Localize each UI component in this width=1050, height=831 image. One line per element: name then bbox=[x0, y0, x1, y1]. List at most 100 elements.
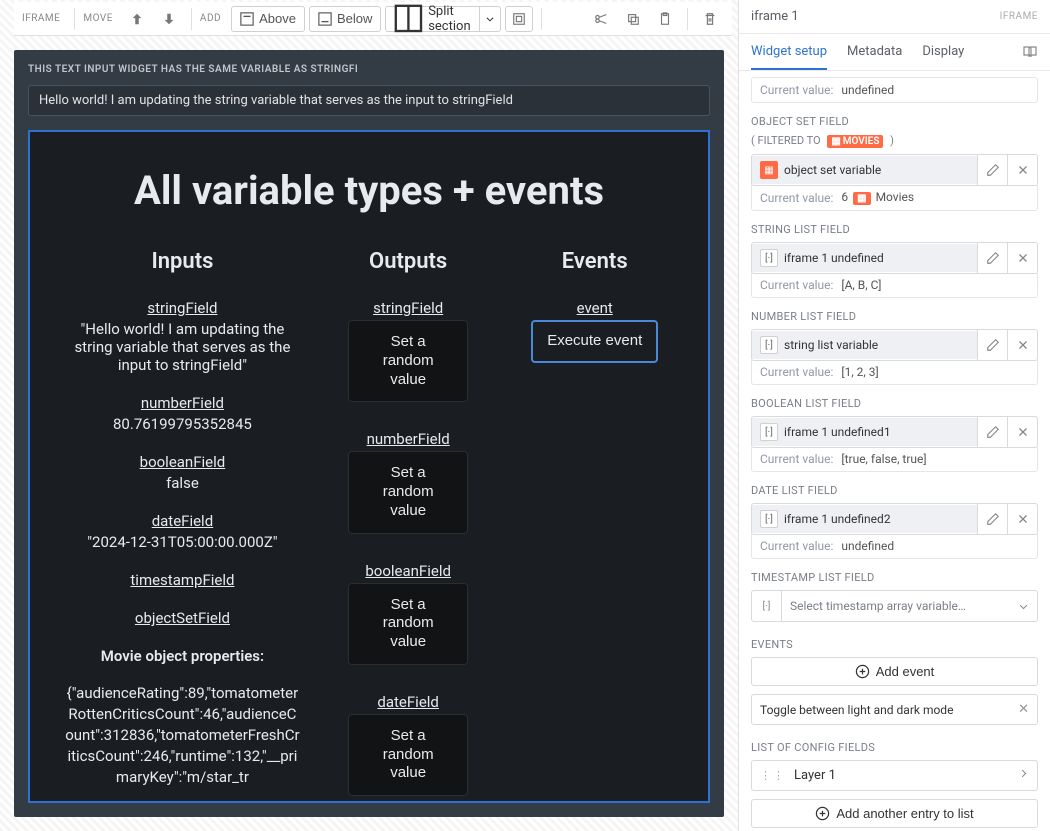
delete-button[interactable] bbox=[696, 6, 724, 32]
booleanfield-label: booleanField bbox=[65, 453, 300, 471]
set-random-date-button[interactable]: Set a random value bbox=[348, 714, 468, 796]
set-random-number-button[interactable]: Set a random value bbox=[348, 451, 468, 533]
remove-button[interactable] bbox=[1007, 504, 1037, 534]
book-icon[interactable] bbox=[1022, 44, 1038, 60]
split-icon bbox=[394, 4, 423, 33]
stringfield-value: "Hello world! I am updating the string v… bbox=[65, 320, 300, 374]
edit-button[interactable] bbox=[977, 417, 1007, 447]
remove-button[interactable] bbox=[1007, 417, 1037, 447]
timestamp-select[interactable]: [·] Select timestamp array variable… bbox=[751, 590, 1038, 622]
toolbar: IFRAME MOVE ADD Above Below Split sectio… bbox=[14, 2, 732, 36]
remove-button[interactable] bbox=[1007, 155, 1037, 185]
add-above-button[interactable]: Above bbox=[231, 6, 305, 32]
boolean-list-var-row: [·]iframe 1 undefined1 bbox=[751, 416, 1038, 448]
set-random-string-button[interactable]: Set a random value bbox=[348, 320, 468, 402]
tab-metadata[interactable]: Metadata bbox=[847, 34, 902, 70]
edit-button[interactable] bbox=[977, 243, 1007, 273]
grid-icon: ▦ bbox=[760, 161, 778, 179]
stringfield-label: stringField bbox=[65, 299, 300, 317]
add-entry-button[interactable]: Add another entry to list bbox=[751, 799, 1038, 828]
movies-chip: ▦ MOVIES bbox=[827, 135, 883, 148]
expand-icon bbox=[512, 12, 526, 26]
edit-button[interactable] bbox=[977, 155, 1007, 185]
split-section-button[interactable]: Split section bbox=[385, 6, 500, 32]
trash-icon bbox=[703, 12, 717, 26]
clipboard-icon bbox=[658, 12, 672, 26]
tab-widget-setup[interactable]: Widget setup bbox=[751, 34, 827, 70]
add-label: ADD bbox=[200, 13, 221, 24]
out-datefield-label: dateField bbox=[330, 693, 487, 711]
cut-button[interactable] bbox=[587, 6, 615, 32]
brackets-icon: [·] bbox=[752, 591, 782, 621]
brackets-icon: [·] bbox=[760, 510, 778, 528]
cv-label: Current value: bbox=[760, 83, 833, 97]
add-below-button[interactable]: Below bbox=[309, 6, 381, 32]
expand-button[interactable] bbox=[505, 6, 533, 32]
chevron-down-icon[interactable] bbox=[479, 6, 501, 32]
add-above-icon bbox=[240, 12, 254, 26]
copy-button[interactable] bbox=[619, 6, 647, 32]
brackets-icon: [·] bbox=[760, 423, 778, 441]
drag-handle-icon[interactable]: ⋮⋮ bbox=[760, 769, 786, 782]
edit-button[interactable] bbox=[977, 504, 1007, 534]
events-heading: Events bbox=[516, 249, 673, 274]
scissors-icon bbox=[594, 12, 608, 26]
brackets-icon: [·] bbox=[760, 336, 778, 354]
plus-circle-icon bbox=[815, 806, 830, 821]
event-item[interactable]: Toggle between light and dark mode ✕ bbox=[751, 694, 1038, 725]
string-list-var-row: [·]iframe 1 undefined bbox=[751, 242, 1038, 274]
numberfield-label: numberField bbox=[65, 394, 300, 412]
out-stringfield-label: stringField bbox=[330, 299, 487, 317]
movies-chip-small: ▦ bbox=[853, 192, 870, 205]
movie-props-heading: Movie object properties: bbox=[65, 647, 300, 665]
paste-button[interactable] bbox=[651, 6, 679, 32]
outputs-heading: Outputs bbox=[330, 249, 487, 274]
layer-row[interactable]: ⋮⋮ Layer 1 bbox=[751, 760, 1038, 791]
copy-icon bbox=[626, 12, 640, 26]
edit-button[interactable] bbox=[977, 330, 1007, 360]
panel-title: iframe 1 bbox=[751, 9, 1000, 24]
number-list-label: NUMBER LIST FIELD bbox=[751, 310, 1038, 323]
iframe-preview[interactable]: All variable types + events Inputs strin… bbox=[28, 130, 710, 803]
objectsetfield-label: objectSetField bbox=[65, 609, 300, 627]
number-list-var-row: [·]string list variable bbox=[751, 329, 1038, 361]
arrow-up-icon bbox=[130, 12, 144, 26]
datefield-label: dateField bbox=[65, 512, 300, 530]
move-label: MOVE bbox=[83, 13, 113, 24]
remove-event-button[interactable]: ✕ bbox=[1018, 702, 1029, 717]
booleanfield-value: false bbox=[65, 474, 300, 492]
arrow-down-icon bbox=[162, 12, 176, 26]
chevron-right-icon bbox=[1018, 768, 1029, 783]
object-set-label: OBJECT SET FIELD bbox=[751, 115, 1038, 128]
out-booleanfield-label: booleanField bbox=[330, 562, 487, 580]
datefield-value: "2024-12-31T05:00:00.000Z" bbox=[65, 533, 300, 551]
string-list-label: STRING LIST FIELD bbox=[751, 223, 1038, 236]
movie-json: {"audienceRating":89,"tomatometerRottenC… bbox=[65, 683, 300, 788]
date-list-label: DATE LIST FIELD bbox=[751, 484, 1038, 497]
move-up-button[interactable] bbox=[123, 6, 151, 32]
remove-button[interactable] bbox=[1007, 330, 1037, 360]
move-down-button[interactable] bbox=[155, 6, 183, 32]
chevron-down-icon bbox=[1009, 601, 1037, 612]
add-below-icon bbox=[318, 12, 332, 26]
numberfield-value: 80.76199795352845 bbox=[65, 415, 300, 433]
remove-button[interactable] bbox=[1007, 243, 1037, 273]
close-icon bbox=[1016, 163, 1030, 177]
pencil-icon bbox=[986, 163, 1000, 177]
events-section-label: EVENTS bbox=[751, 638, 1038, 651]
brackets-icon: [·] bbox=[760, 249, 778, 267]
string-variable-input[interactable]: Hello world! I am updating the string va… bbox=[28, 85, 710, 116]
object-set-var-name: object set variable bbox=[784, 163, 881, 177]
config-section-label: LIST OF CONFIG FIELDS bbox=[751, 741, 1038, 754]
tab-display[interactable]: Display bbox=[922, 34, 964, 70]
add-event-button[interactable]: Add event bbox=[751, 657, 1038, 686]
object-set-variable-row: ▦ object set variable bbox=[751, 154, 1038, 186]
plus-circle-icon bbox=[855, 664, 870, 679]
canvas-area: THIS TEXT INPUT WIDGET HAS THE SAME VARI… bbox=[14, 50, 724, 817]
set-random-boolean-button[interactable]: Set a random value bbox=[348, 583, 468, 665]
event-label: event bbox=[516, 299, 673, 317]
right-panel: iframe 1 IFRAME Widget setup Metadata Di… bbox=[738, 0, 1050, 831]
timestampfield-label: timestampField bbox=[65, 571, 300, 589]
execute-event-button[interactable]: Execute event bbox=[531, 320, 658, 363]
cv-value-0: undefined bbox=[841, 83, 894, 97]
